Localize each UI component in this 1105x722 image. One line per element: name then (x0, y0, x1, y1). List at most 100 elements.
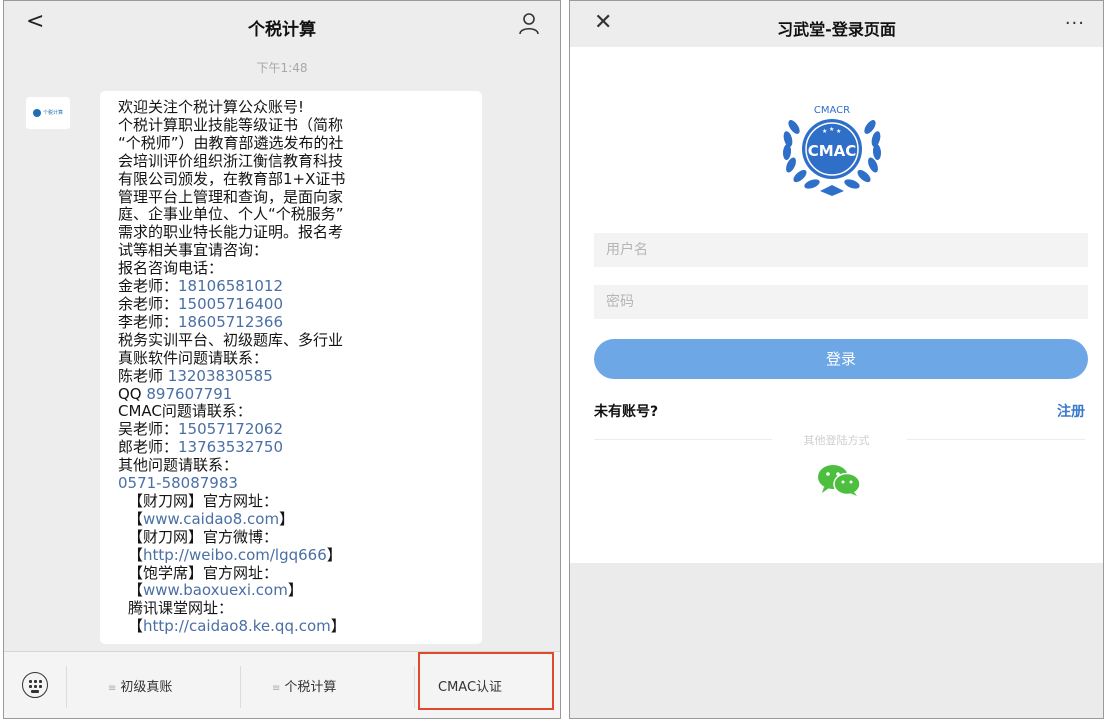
message-line: 腾讯课堂网址： (118, 599, 472, 618)
highlight-box (418, 652, 554, 710)
svg-text:★: ★ (829, 126, 834, 133)
message-text: 真账软件问题请联系： (118, 348, 269, 367)
menu-item-label: 初级真账 (120, 680, 173, 695)
login-title: 习武堂-登录页面 (777, 20, 896, 39)
message-line: 【财刀网】官方网址： (118, 491, 472, 511)
other-login-label: 其他登陆方式 (803, 434, 870, 447)
publisher-logo-icon (32, 109, 41, 117)
message-line: 【http://weibo.com/lgq666】 (118, 545, 472, 565)
message-line: 其他问题请联系： (118, 456, 472, 475)
message-timestamp: 下午1:48 (256, 61, 308, 75)
menu-divider (414, 666, 415, 708)
no-account-label: 未有账号? (594, 404, 659, 420)
message-link[interactable]: 18106581012 (178, 277, 283, 295)
message-line: 报名咨询电话： (118, 259, 472, 278)
message-line: 税务实训平台、初级题库、多行业 (118, 330, 472, 350)
message-line: 真账软件问题请联系： (118, 348, 472, 368)
message-link[interactable]: http://weibo.com/lgq666 (143, 546, 327, 564)
login-pane: ✕ 习武堂-登录页面 ··· CMACR ★ ★ ★ CMAC 用户名 登录 未… (569, 0, 1104, 719)
message-link[interactable]: 13203830585 (168, 367, 273, 385)
message-link[interactable]: 897607791 (146, 385, 232, 403)
message-text: 郎老师： (118, 438, 179, 457)
profile-icon[interactable] (518, 12, 540, 36)
message-text: 会培训评价组织浙江衡信教育科技 (118, 151, 344, 170)
message-text: 试等相关事宜请咨询： (118, 241, 269, 260)
message-line: 会培训评价组织浙江衡信教育科技 (118, 151, 472, 171)
message-line: 【饱学席】官方网址： (118, 564, 472, 583)
message-line: 陈老师 13203830585 (118, 366, 472, 386)
message-text: 【 (128, 509, 144, 528)
message-bracket: 】 (287, 581, 303, 600)
message-text: 【 (128, 545, 144, 564)
message-line: 试等相关事宜请咨询： (118, 241, 472, 260)
message-bubble: 欢迎关注个税计算公众账号! 个税计算职业技能等级证书（简称 “个税师”）由教育部遴选… (100, 91, 482, 644)
message-link[interactable]: 13763532750 (178, 438, 283, 456)
publisher-avatar-label: 个税计算 (42, 110, 63, 116)
message-text: 【财刀网】官方微博： (128, 527, 279, 546)
register-link[interactable]: 注册 (1057, 401, 1085, 421)
message-text: 吴老师： (118, 420, 179, 439)
username-field[interactable] (594, 233, 1088, 267)
message-text: 庭、企事业单位、个人“个税服务” (118, 205, 344, 224)
chat-nav-bar: < 个税计算 (4, 1, 560, 47)
message-line: 【财刀网】官方微博： (118, 527, 472, 547)
message-line: “个税师”）由教育部遴选发布的社 (118, 134, 472, 153)
keyboard-icon[interactable] (22, 672, 48, 698)
menu-divider (240, 666, 241, 708)
message-line: 李老师：18605712366 (118, 312, 472, 332)
submenu-icon: ≡ (108, 683, 117, 694)
message-text: 需求的职业特长能力证明。报名考 (118, 223, 344, 242)
login-nav-bar: ✕ 习武堂-登录页面 ··· (570, 1, 1103, 47)
message-link[interactable]: 15005716400 (178, 295, 283, 313)
message-text: QQ (118, 384, 147, 403)
message-text: 【 (128, 617, 144, 636)
message-text: 【 (128, 581, 144, 600)
message-line: 个税计算职业技能等级证书（简称 (118, 116, 472, 135)
login-button[interactable]: 登录 (594, 339, 1088, 379)
message-link[interactable]: 15057172062 (178, 420, 283, 438)
message-text: CMAC问题请联系： (118, 402, 252, 421)
svg-text:★: ★ (822, 128, 827, 135)
more-icon[interactable]: ··· (1065, 13, 1085, 34)
message-text: 【财刀网】官方网址： (128, 491, 279, 510)
message-bracket: 】 (279, 509, 295, 528)
publisher-avatar[interactable]: 个税计算 (26, 97, 70, 129)
menu-divider (66, 666, 67, 708)
message-text: 管理平台上管理和查询，是面向家 (118, 187, 344, 206)
submenu-icon: ≡ (272, 683, 281, 694)
message-link[interactable]: www.baoxuexi.com (143, 581, 288, 600)
message-text: 腾讯课堂网址： (128, 599, 234, 618)
screenshot-composite: < 个税计算 下午1:48 个税计算 欢迎关注个税计算公众账号! 个税计算职业技能… (0, 0, 1105, 722)
message-text: 欢迎关注个税计算公众账号! (118, 98, 305, 116)
message-text: 金老师： (118, 277, 179, 296)
message-line: 金老师：18106581012 (118, 277, 472, 296)
message-line: CMAC问题请联系： (118, 402, 472, 421)
password-input[interactable] (594, 285, 1088, 319)
message-text: 陈老师 (118, 366, 168, 385)
svg-text:CMAC: CMAC (808, 142, 857, 160)
chat-pane: < 个税计算 下午1:48 个税计算 欢迎关注个税计算公众账号! 个税计算职业技能… (3, 0, 561, 719)
menu-item-chuji[interactable]: ≡ 初级真账 (108, 676, 172, 695)
message-line: 【www.caidao8.com】 (118, 509, 472, 529)
wechat-icon[interactable] (816, 463, 862, 497)
message-text: 有限公司颁发，在教育部1+X证书 (118, 169, 346, 188)
svg-text:CMACR: CMACR (814, 105, 850, 116)
message-line: 管理平台上管理和查询，是面向家 (118, 187, 472, 207)
message-line: 【http://caidao8.ke.qq.com】 (118, 617, 472, 636)
message-text: 税务实训平台、初级题库、多行业 (118, 330, 344, 349)
message-link[interactable]: 18605712366 (178, 313, 283, 331)
svg-text:★: ★ (836, 128, 841, 135)
menu-item-geshui[interactable]: ≡ 个税计算 (272, 676, 336, 695)
message-bracket: 】 (326, 545, 342, 564)
cmac-logo: CMACR ★ ★ ★ CMAC (782, 105, 882, 196)
message-text: 李老师： (118, 312, 179, 331)
password-field[interactable] (594, 285, 1088, 319)
message-bracket: 】 (330, 617, 346, 636)
message-line: 需求的职业特长能力证明。报名考 (118, 223, 472, 242)
message-link[interactable]: www.caidao8.com (143, 510, 279, 528)
username-input[interactable] (594, 233, 1088, 267)
message-link[interactable]: http://caidao8.ke.qq.com (143, 617, 331, 635)
message-text[interactable]: 0571-58087983 (118, 474, 238, 492)
login-content: ✕ 习武堂-登录页面 ··· CMACR ★ ★ ★ CMAC 用户名 登录 未… (570, 1, 1103, 563)
message-line: 0571-58087983 (118, 474, 472, 493)
